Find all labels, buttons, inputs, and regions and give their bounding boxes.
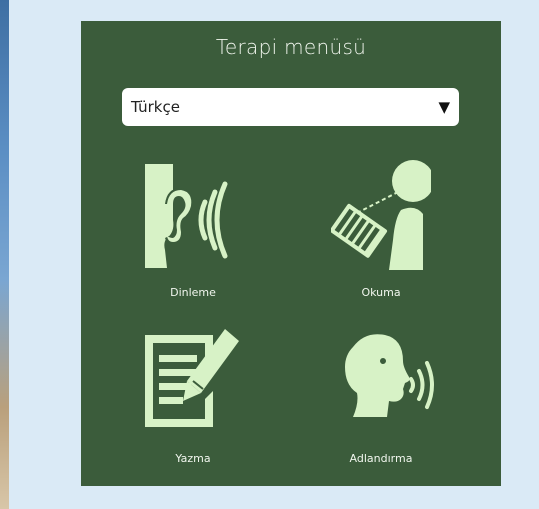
menu-item-dinleme[interactable]: Dinleme xyxy=(123,160,263,310)
reading-person-icon xyxy=(331,160,431,270)
menu-item-label: Yazma xyxy=(175,452,211,465)
therapy-menu-panel: Terapi menüsü Türkçe ▼ Dinleme Okuma Yaz… xyxy=(81,21,501,486)
language-select[interactable]: Türkçe ▼ xyxy=(122,88,459,126)
language-select-value: Türkçe xyxy=(131,98,180,116)
background-photo-edge xyxy=(0,0,9,509)
menu-item-yazma[interactable]: Yazma xyxy=(123,327,263,477)
menu-item-label: Dinleme xyxy=(170,286,216,299)
listening-ear-icon xyxy=(145,164,228,268)
page-title: Terapi menüsü xyxy=(215,35,367,59)
menu-item-okuma[interactable]: Okuma xyxy=(311,160,451,310)
menu-item-label: Adlandırma xyxy=(349,452,413,465)
writing-notepad-icon xyxy=(145,329,239,427)
dropdown-arrow-icon: ▼ xyxy=(438,98,450,116)
speaking-head-icon xyxy=(345,334,434,417)
menu-item-adlandirma[interactable]: Adlandırma xyxy=(311,327,451,477)
menu-item-label: Okuma xyxy=(361,286,401,299)
